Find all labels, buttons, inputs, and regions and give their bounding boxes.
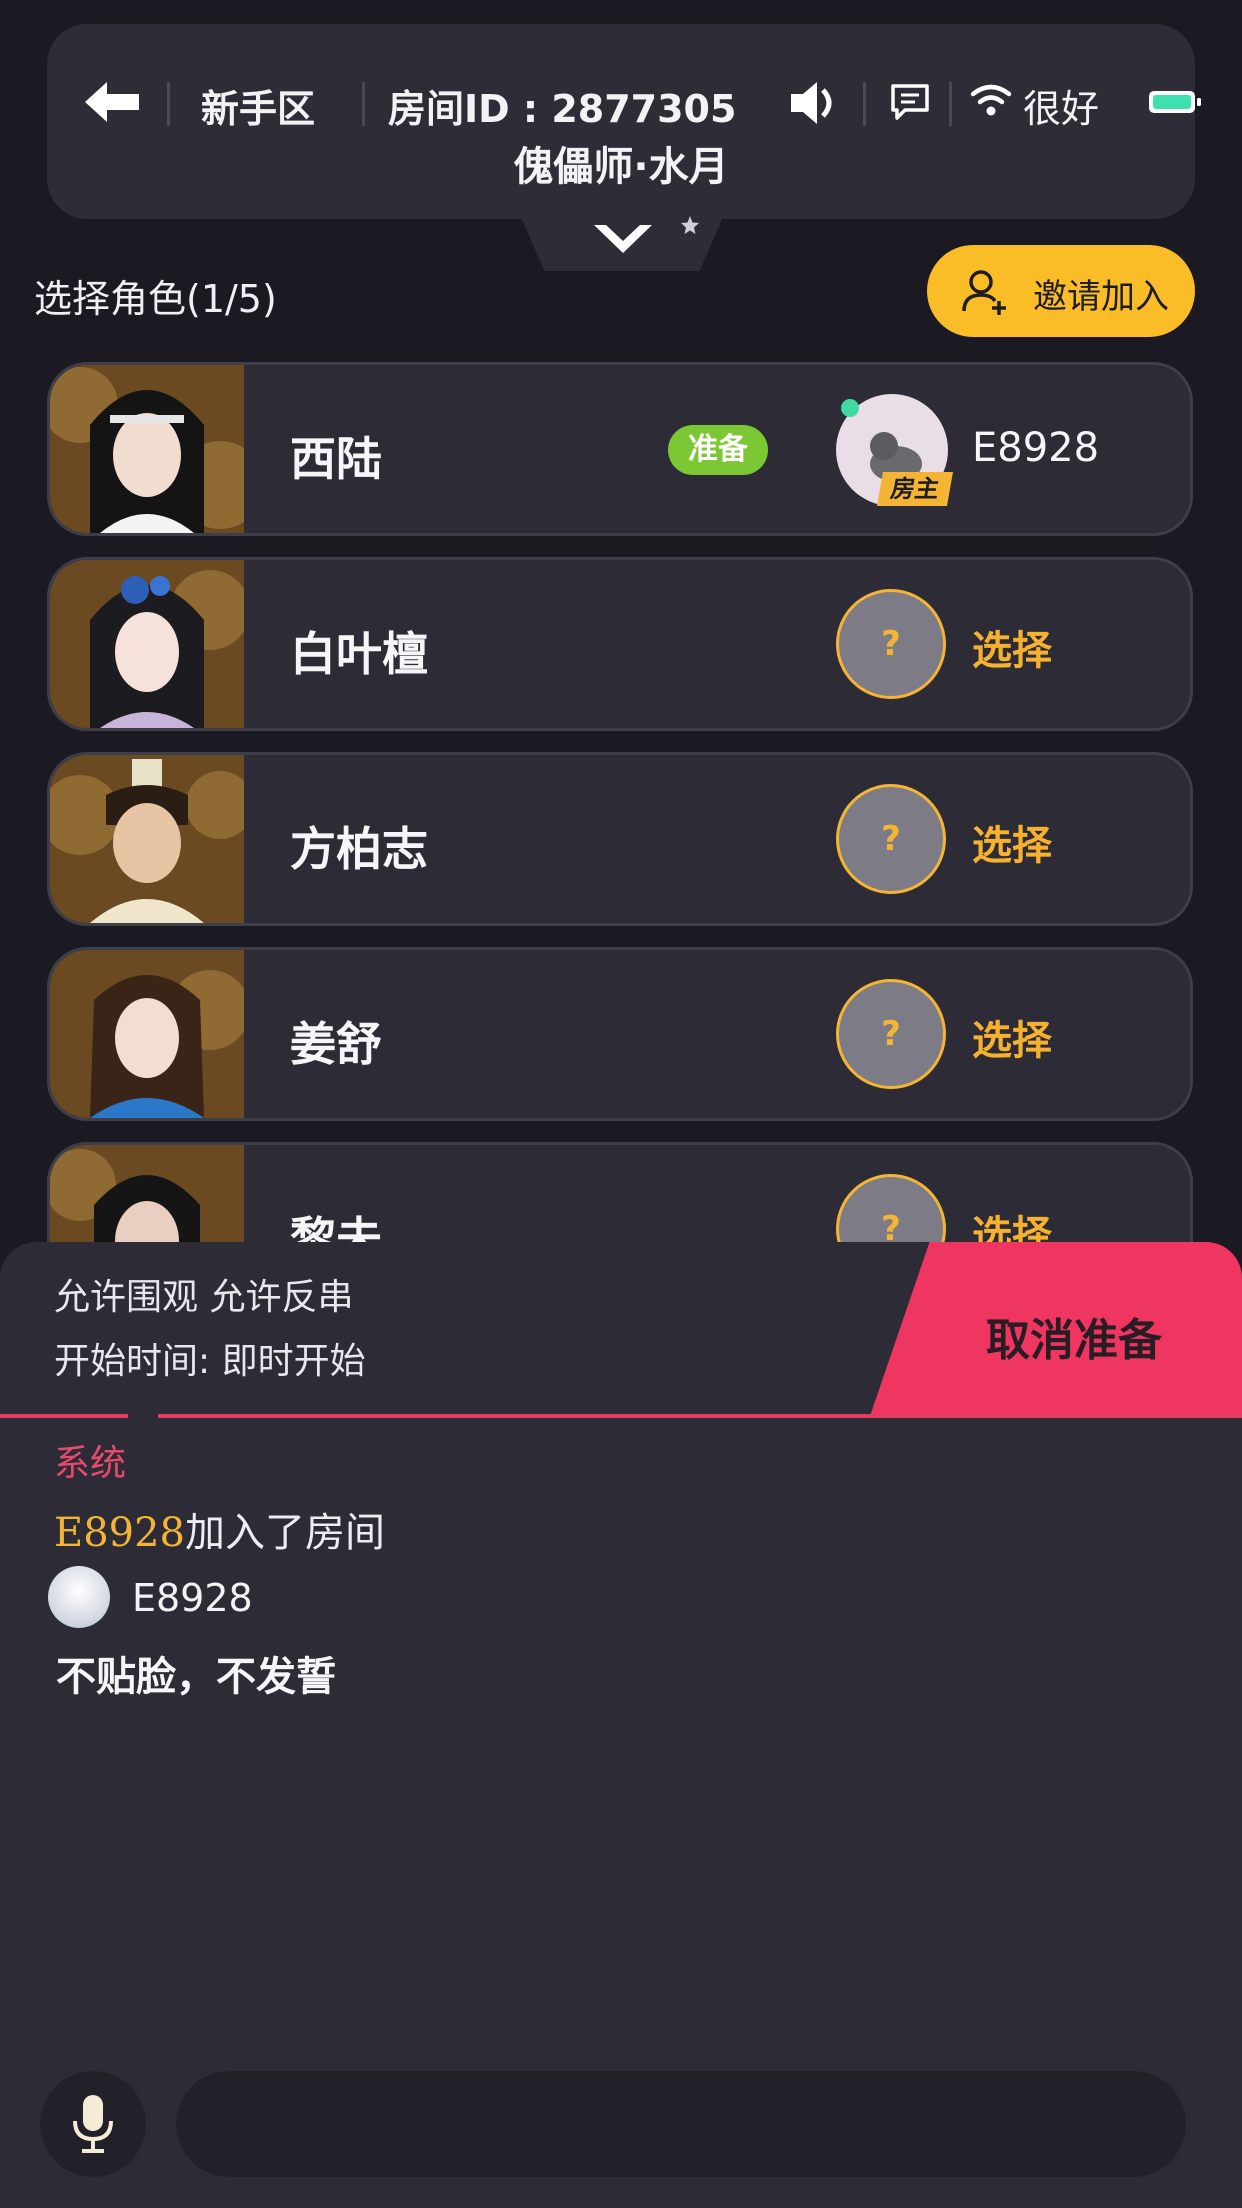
role-portrait bbox=[50, 365, 244, 533]
role-card[interactable]: 姜舒 ? 选择 bbox=[47, 947, 1193, 1121]
select-link[interactable]: 选择 bbox=[972, 1008, 1052, 1066]
role-card[interactable]: 方柏志 ? 选择 bbox=[47, 752, 1193, 926]
chat-bubble-icon[interactable] bbox=[889, 82, 931, 122]
zone-label: 新手区 bbox=[201, 87, 316, 131]
divider-gap bbox=[128, 1413, 158, 1419]
room-options: 允许围观 允许反串 bbox=[54, 1277, 354, 1318]
add-user-icon bbox=[962, 270, 1006, 315]
role-name: 方柏志 bbox=[290, 822, 428, 876]
room-id: 房间ID : 2877305 bbox=[388, 87, 737, 131]
system-label: 系统 bbox=[54, 1443, 127, 1484]
empty-seat[interactable]: ? bbox=[836, 784, 946, 894]
host-badge: 房主 bbox=[877, 472, 953, 506]
chevron-down-icon bbox=[594, 225, 652, 253]
battery-icon bbox=[1149, 91, 1201, 113]
signal-label: 很好 bbox=[1023, 87, 1100, 131]
back-arrow-icon[interactable] bbox=[83, 80, 143, 124]
role-portrait bbox=[50, 755, 244, 923]
empty-seat[interactable]: ? bbox=[836, 589, 946, 699]
divider bbox=[167, 82, 170, 126]
cancel-ready-button[interactable]: 取消准备 bbox=[870, 1242, 1242, 1416]
join-user: E8928 bbox=[54, 1510, 185, 1556]
role-card[interactable]: 西陆 准备 房主 E8928 bbox=[47, 362, 1193, 536]
role-name: 姜舒 bbox=[290, 1017, 382, 1071]
select-link[interactable]: 选择 bbox=[972, 618, 1052, 676]
divider bbox=[0, 1414, 1242, 1418]
select-link[interactable]: 选择 bbox=[972, 813, 1052, 871]
start-time: 开始时间: 即时开始 bbox=[54, 1341, 366, 1382]
speaker-icon[interactable] bbox=[787, 78, 839, 128]
star-icon bbox=[681, 216, 699, 234]
microphone-icon bbox=[73, 2095, 113, 2153]
role-name: 白叶檀 bbox=[290, 627, 428, 681]
message-text: 不贴脸，不发誓 bbox=[56, 1654, 336, 1700]
wifi-icon bbox=[970, 84, 1012, 116]
message-username: E8928 bbox=[132, 1576, 253, 1620]
divider bbox=[949, 82, 952, 126]
role-portrait bbox=[50, 950, 244, 1118]
divider bbox=[362, 82, 365, 126]
room-header: 新手区 房间ID : 2877305 很好 傀儡师·水月 bbox=[47, 24, 1201, 219]
room-title: 傀儡师·水月 bbox=[513, 144, 729, 190]
collapse-tab[interactable] bbox=[520, 215, 724, 271]
cancel-ready-label: 取消准备 bbox=[986, 1315, 1162, 1366]
avatar[interactable] bbox=[48, 1566, 110, 1628]
player-name: E8928 bbox=[972, 425, 1100, 471]
divider bbox=[863, 82, 866, 126]
ready-badge: 准备 bbox=[668, 425, 768, 475]
empty-seat[interactable]: ? bbox=[836, 979, 946, 1089]
role-card[interactable]: 白叶檀 ? 选择 bbox=[47, 557, 1193, 731]
select-role-title: 选择角色(1/5) bbox=[34, 277, 277, 321]
invite-button[interactable]: 邀请加入 bbox=[927, 245, 1195, 337]
join-text: 加入了房间 bbox=[185, 1510, 385, 1556]
role-name: 西陆 bbox=[290, 432, 382, 486]
role-portrait bbox=[50, 560, 244, 728]
chat-input[interactable] bbox=[176, 2071, 1186, 2177]
voice-button[interactable] bbox=[40, 2071, 146, 2177]
host-avatar[interactable]: 房主 bbox=[836, 394, 953, 510]
invite-label: 邀请加入 bbox=[1033, 277, 1169, 317]
join-message: E8928加入了房间 bbox=[54, 1500, 385, 1558]
